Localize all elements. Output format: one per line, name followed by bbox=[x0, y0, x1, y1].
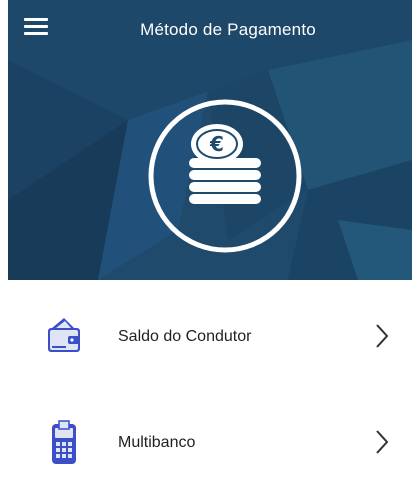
payment-method-label: Multibanco bbox=[118, 434, 196, 451]
hamburger-menu-icon[interactable] bbox=[24, 18, 48, 40]
payment-method-saldo-condutor[interactable]: Saldo do Condutor bbox=[0, 304, 418, 374]
payment-method-label: Saldo do Condutor bbox=[118, 328, 252, 345]
top-bar: Método de Pagamento bbox=[8, 0, 412, 60]
chevron-right-icon bbox=[376, 324, 389, 348]
chevron-right-icon bbox=[376, 430, 389, 454]
payment-method-multibanco[interactable]: Multibanco bbox=[0, 410, 418, 480]
page-title: Método de Pagamento bbox=[140, 20, 316, 39]
atm-card-terminal-icon bbox=[52, 420, 76, 464]
header-hero-banner: Método de Pagamento € bbox=[8, 0, 412, 280]
euro-coins-icon: € bbox=[148, 99, 302, 253]
wallet-icon bbox=[48, 318, 80, 352]
svg-text:€: € bbox=[209, 132, 224, 156]
